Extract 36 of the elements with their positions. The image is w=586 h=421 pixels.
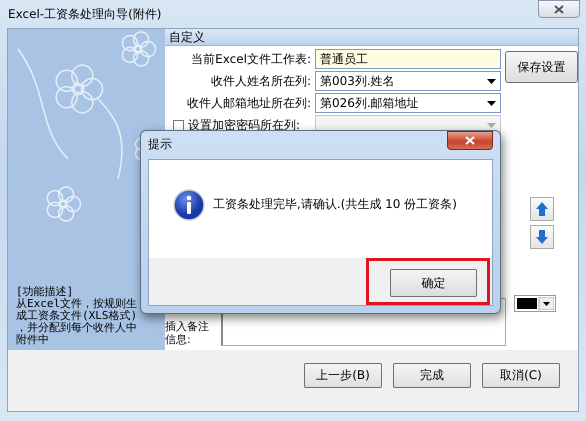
field-label: 设置加密密码所在列:: [188, 116, 300, 134]
description-text: ，并分配到每个收件人中: [16, 322, 138, 334]
info-icon: [173, 188, 205, 221]
caret-icon: [487, 100, 496, 106]
color-picker[interactable]: [514, 295, 556, 312]
description-text: [功能描述]: [16, 286, 74, 298]
caret-icon: [487, 78, 496, 84]
close-button[interactable]: [538, 0, 580, 18]
field-label: 当前Excel文件工作表:: [190, 50, 312, 68]
window-title: Excel-工资条处理向导(附件): [8, 6, 162, 22]
description-text: 从Excel文件，按规则生: [16, 298, 138, 310]
column-dropdown[interactable]: 第026列.邮箱地址: [315, 93, 501, 113]
description-text: 附件中: [16, 334, 50, 346]
close-icon: [554, 4, 564, 14]
ok-button[interactable]: 确定: [390, 269, 477, 297]
close-button[interactable]: [447, 130, 493, 150]
dialog-title: 提示: [148, 136, 172, 154]
wizard-button[interactable]: 完成: [393, 363, 471, 388]
remark-label: 插入备注信息:: [165, 320, 210, 346]
field-label: 收件人邮箱地址所在列:: [186, 94, 312, 112]
wizard-button[interactable]: 上一步(B): [304, 363, 382, 388]
save-settings-button[interactable]: 保存设置: [505, 51, 578, 83]
close-icon: [465, 136, 475, 145]
caret-icon: [487, 122, 496, 128]
sheet-field[interactable]: 普通员工: [315, 49, 501, 69]
move-up-button[interactable]: [530, 197, 554, 221]
column-dropdown[interactable]: 第003列.姓名: [315, 71, 501, 91]
move-down-button[interactable]: [530, 225, 554, 249]
dialog-message: 工资条处理完毕,请确认.(共生成 10 份工资条): [213, 196, 457, 214]
wizard-button[interactable]: 取消(C): [482, 363, 560, 388]
down-arrow-icon: [535, 229, 549, 245]
section-header: 自定义: [165, 29, 578, 46]
up-arrow-icon: [535, 201, 549, 217]
description-text: 成工资条文件(XLS格式): [16, 310, 138, 322]
color-swatch-icon: [516, 297, 554, 310]
field-label: 收件人姓名所在列:: [210, 72, 312, 90]
